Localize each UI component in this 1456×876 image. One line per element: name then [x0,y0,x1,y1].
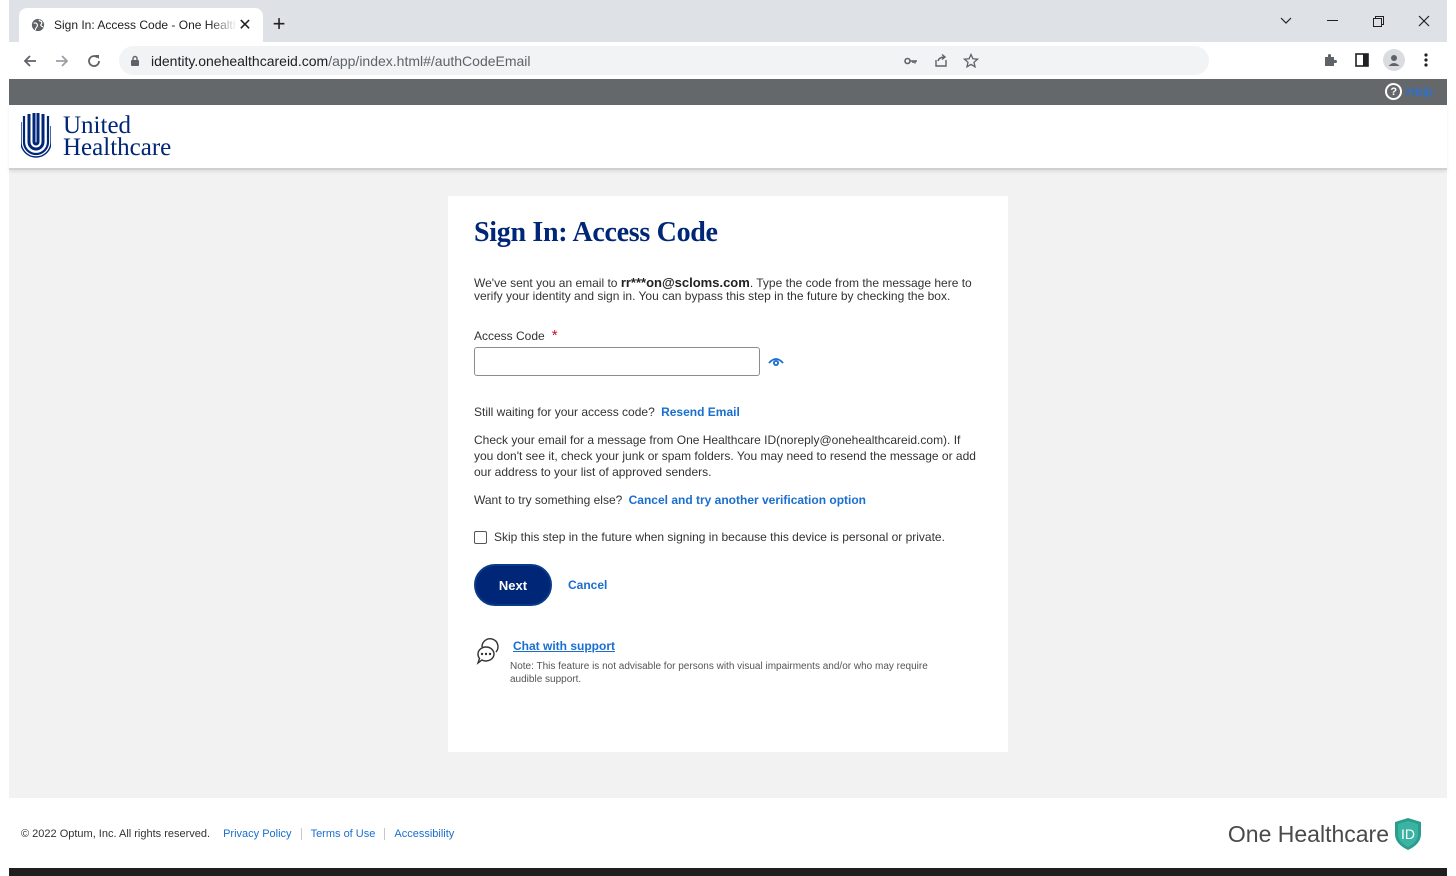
utility-bar: ? Help [9,79,1447,105]
side-panel-icon[interactable] [1349,47,1375,73]
masked-email: rr***on@scloms.com [620,275,750,290]
window-controls [1263,0,1447,42]
intro-text: We've sent you an email to rr***on@sclom… [474,276,982,303]
required-indicator: * [551,327,558,344]
address-bar[interactable]: identity.onehealthcareid.com/app/index.h… [119,46,1209,75]
show-code-eye-icon[interactable] [768,354,784,370]
url-host: identity.onehealthcareid.com [151,52,329,69]
reload-icon[interactable] [78,45,110,77]
new-tab-button[interactable]: + [267,11,291,36]
check-email-text: Check your email for a message from One … [474,433,976,479]
browser-tab[interactable]: Sign In: Access Code - One Healthcare ID… [19,8,263,42]
brand-header: United Healthcare [9,105,1447,170]
chevron-down-icon[interactable] [1263,0,1309,42]
action-buttons: Next Cancel [474,564,982,606]
one-healthcare-id-logo: One Healthcare ID [1228,817,1423,851]
key-icon[interactable] [903,53,919,69]
kebab-menu-icon[interactable] [1413,47,1439,73]
ohid-logo-text: One Healthcare [1227,820,1389,847]
chat-with-support-link[interactable]: Chat with support [513,639,615,653]
help-link[interactable]: ? Help [1385,83,1433,100]
extensions-icon[interactable] [1317,47,1343,73]
minimize-icon[interactable] [1309,0,1355,42]
try-else-line: Want to try something else? Cancel and t… [474,492,982,508]
close-icon[interactable] [1401,0,1447,42]
back-icon[interactable] [14,45,46,77]
skip-step-checkbox[interactable] [474,530,487,544]
signin-card: Sign In: Access Code We've sent you an e… [448,196,1008,752]
chat-note: Note: This feature is not advisable for … [510,661,928,685]
cancel-button[interactable]: Cancel [568,578,607,592]
tab-close-icon[interactable]: ✕ [237,17,253,34]
access-code-label-text: Access Code [474,329,545,343]
id-badge-text: ID [1401,826,1415,842]
page: ? Help United Healthcare Sign In: Access… [9,79,1447,876]
browser-chrome: Sign In: Access Code - One Healthcare ID… [9,0,1447,79]
unitedhealthcare-logo[interactable]: United Healthcare [21,112,171,162]
globe-icon [31,18,45,32]
uhc-wordmark: United Healthcare [63,113,172,161]
skip-step-row: Skip this step in the future when signin… [474,530,982,544]
skip-step-label[interactable]: Skip this step in the future when signin… [494,530,945,544]
footer: © 2022 Optum, Inc. All rights reserved. … [9,798,1447,868]
page-title: Sign In: Access Code [474,217,718,248]
profile-avatar[interactable] [1381,47,1407,73]
footer-links: © 2022 Optum, Inc. All rights reserved. … [21,828,463,840]
try-another-option-link[interactable]: Cancel and try another verification opti… [629,493,866,507]
browser-toolbar: identity.onehealthcareid.com/app/index.h… [9,42,1447,79]
omnibox-icons [903,46,979,75]
access-code-input[interactable] [474,347,760,376]
still-waiting-line: Still waiting for your access code? Rese… [474,404,982,420]
url-path: /app/index.html#/authCodeEmail [328,52,531,69]
star-icon[interactable] [963,52,979,69]
tab-title: Sign In: Access Code - One Healthcare ID [54,18,237,32]
access-code-row [474,347,982,376]
os-taskbar [9,868,1447,876]
chat-bubble-icon [476,638,499,665]
resend-email-link[interactable]: Resend Email [661,405,740,419]
try-else-text: Want to try something else? [474,493,623,507]
share-icon[interactable] [933,53,949,69]
terms-of-use-link[interactable]: Terms of Use [300,828,385,840]
uhc-line2: Healthcare [63,134,172,161]
browser-right-tools [1317,44,1439,76]
intro-before: We've sent you an email to [474,276,621,290]
restore-icon[interactable] [1355,0,1401,42]
copyright-text: © 2022 Optum, Inc. All rights reserved. [21,828,211,840]
help-icon: ? [1385,83,1403,100]
tab-strip: Sign In: Access Code - One Healthcare ID… [9,0,1447,42]
access-code-label: Access Code * [474,327,982,344]
help-label: Help [1406,84,1433,99]
id-shield-icon: ID [1395,818,1421,850]
uhc-u-mark-icon [21,113,51,158]
accessibility-link[interactable]: Accessibility [384,828,463,840]
waiting-text: Still waiting for your access code? [474,405,655,419]
forward-icon[interactable] [46,45,78,77]
next-button[interactable]: Next [474,564,552,606]
lock-icon [131,55,139,66]
privacy-policy-link[interactable]: Privacy Policy [214,828,300,840]
